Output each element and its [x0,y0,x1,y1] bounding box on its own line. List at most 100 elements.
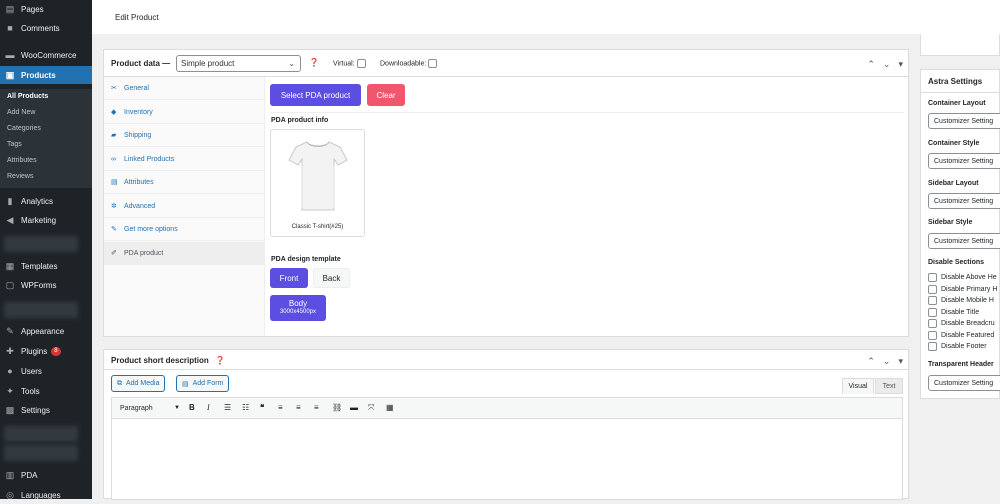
short-description-box: Product short description ❓ ⌃ ⌄ ▾ ⧉ Add M… [103,349,909,500]
list-icon: ▤ [111,179,118,186]
virtual-checkbox[interactable] [356,59,366,68]
downloadable-checkbox[interactable] [428,59,438,68]
submenu-reviews[interactable]: Reviews [7,173,33,180]
short-description-title: Product short description ❓ [111,356,225,365]
submenu-tags[interactable]: Tags [7,141,22,148]
align-center-icon[interactable]: ≡ [296,403,301,412]
tab-text[interactable]: Text [875,378,903,394]
sidebar-item-products[interactable]: ▣ Products [0,66,92,84]
toolbar-toggle-icon[interactable]: ▦ [386,403,394,412]
product-caption: Classic T-shirt(#25) [291,224,344,230]
sidebar-item-languages[interactable]: ◎ Languages [0,486,92,504]
product-thumbnail[interactable]: Classic T-shirt(#25) [270,129,365,237]
bold-icon[interactable]: B [189,403,195,412]
tab-general[interactable]: ✂ General [104,77,264,100]
tools-icon: ✦ [6,385,14,396]
tab-inventory[interactable]: ◆ Inventory [104,101,264,124]
sidebar-layout-select[interactable]: Customizer Setting [928,193,1000,209]
marketing-icon: ◀ [6,214,14,225]
product-data-box: Product data — Simple product ⌄ ❓ Virtua… [103,49,909,337]
numbered-list-icon[interactable]: ☷ [242,403,249,412]
container-layout-select[interactable]: Customizer Setting [928,113,1000,129]
sidebar-item-plugins[interactable]: ✚ Plugins 8 [0,342,92,360]
align-left-icon[interactable]: ≡ [278,403,283,412]
back-button[interactable]: Back [313,268,350,288]
clear-button[interactable]: Clear [367,84,405,106]
transparent-header-select[interactable]: Customizer Setting [928,375,1000,391]
select-pda-product-button[interactable]: Select PDA product [270,84,361,106]
sidebar-item-pages[interactable]: ▤ Pages [0,0,92,18]
sidebar-item-analytics[interactable]: ▮ Analytics [0,192,92,210]
disable-breadcrumb-checkbox[interactable]: Disable Breadcru [928,319,995,328]
sidebar-layout-label: Sidebar Layout [928,180,979,187]
fullscreen-icon[interactable]: ⤧ [368,403,374,413]
tab-advanced[interactable]: ✲ Advanced [104,195,264,218]
move-up-icon[interactable]: ⌃ [867,59,875,70]
sidebar-item-appearance[interactable]: ✎ Appearance [0,322,92,340]
blockquote-icon[interactable]: ❝ [260,403,264,412]
sidebar-item-comments[interactable]: ■ Comments [0,19,92,37]
chevron-down-icon: ⌄ [288,59,295,68]
italic-icon[interactable]: I [207,403,210,412]
tab-attributes[interactable]: ▤ Attributes [104,171,264,194]
add-media-button[interactable]: ⧉ Add Media [111,375,166,392]
align-right-icon[interactable]: ≡ [314,403,319,412]
body-template-button[interactable]: Body 3000x4500px [270,295,326,321]
submenu-add-new[interactable]: Add New [7,109,35,116]
sidebar-item-wpforms[interactable]: ▢ WPForms [0,276,92,294]
tab-visual[interactable]: Visual [842,378,874,394]
help-icon[interactable]: ❓ [215,356,225,365]
submenu-all-products[interactable]: All Products [7,93,48,100]
sidebar-item-pda[interactable]: ▥ PDA [0,466,92,484]
short-description-editor[interactable] [111,419,903,500]
disable-footer-checkbox[interactable]: Disable Footer [928,342,987,351]
sidebar-item-users[interactable]: ● Users [0,362,92,380]
submenu-attributes[interactable]: Attributes [7,157,37,164]
format-select[interactable]: Paragraph ▼ [118,401,182,415]
caret-down-icon: ▼ [174,405,180,411]
plugins-update-badge: 8 [51,346,61,356]
product-type-select[interactable]: Simple product ⌄ [176,55,301,72]
disable-featured-image-checkbox[interactable]: Disable Featured [928,331,994,340]
bullet-list-icon[interactable]: ☰ [224,403,231,412]
astra-settings-title: Astra Settings [928,77,983,86]
gear-icon: ✲ [111,203,117,210]
disable-primary-header-checkbox[interactable]: Disable Primary H [928,285,997,294]
sidebar-item-tools[interactable]: ✦ Tools [0,382,92,400]
disable-title-checkbox[interactable]: Disable Title [928,308,979,317]
pages-icon: ▤ [5,3,15,14]
sidebar-item-woocommerce[interactable]: ▬ WooCommerce [0,46,92,64]
disable-above-header-checkbox[interactable]: Disable Above He [928,273,997,282]
tab-shipping[interactable]: ▰ Shipping [104,124,264,147]
tab-linked-products[interactable]: ∞ Linked Products [104,148,264,171]
read-more-icon[interactable]: ▬ [350,403,358,412]
wpforms-icon: ▢ [5,279,15,290]
tab-get-more-options[interactable]: ✎ Get more options [104,218,264,241]
sidebar-item-settings[interactable]: ▩ Settings [0,401,92,419]
move-down-icon[interactable]: ⌄ [883,356,891,367]
tab-pda-product[interactable]: ✐ PDA product [104,242,264,265]
divider [270,112,904,113]
toggle-panel-icon[interactable]: ▾ [898,356,903,367]
pda-icon: ▥ [5,469,15,480]
link-icon[interactable]: ⛓ [332,403,342,412]
submenu-categories[interactable]: Categories [7,125,41,132]
move-down-icon[interactable]: ⌄ [883,59,891,70]
front-button[interactable]: Front [270,268,308,288]
box-controls: ⌃ ⌄ ▾ [867,356,903,367]
link-icon: ∞ [111,155,116,163]
product-data-label: Product data — [111,58,171,68]
woocommerce-icon: ▬ [5,50,15,60]
toggle-panel-icon[interactable]: ▾ [898,59,903,70]
move-up-icon[interactable]: ⌃ [867,356,875,367]
sidebar-item-marketing[interactable]: ◀ Marketing [0,211,92,229]
sidebar-item-templates[interactable]: ▦ Templates [0,257,92,275]
help-icon[interactable]: ❓ [309,58,319,67]
redacted-menu-item [4,302,78,318]
container-style-select[interactable]: Customizer Setting [928,153,1000,169]
templates-icon: ▦ [5,260,15,271]
sidebar-style-select[interactable]: Customizer Setting [928,233,1000,249]
products-submenu: All Products Add New Categories Tags Att… [0,89,92,188]
add-form-button[interactable]: ▤ Add Form [176,375,230,392]
disable-mobile-header-checkbox[interactable]: Disable Mobile H [928,296,994,305]
